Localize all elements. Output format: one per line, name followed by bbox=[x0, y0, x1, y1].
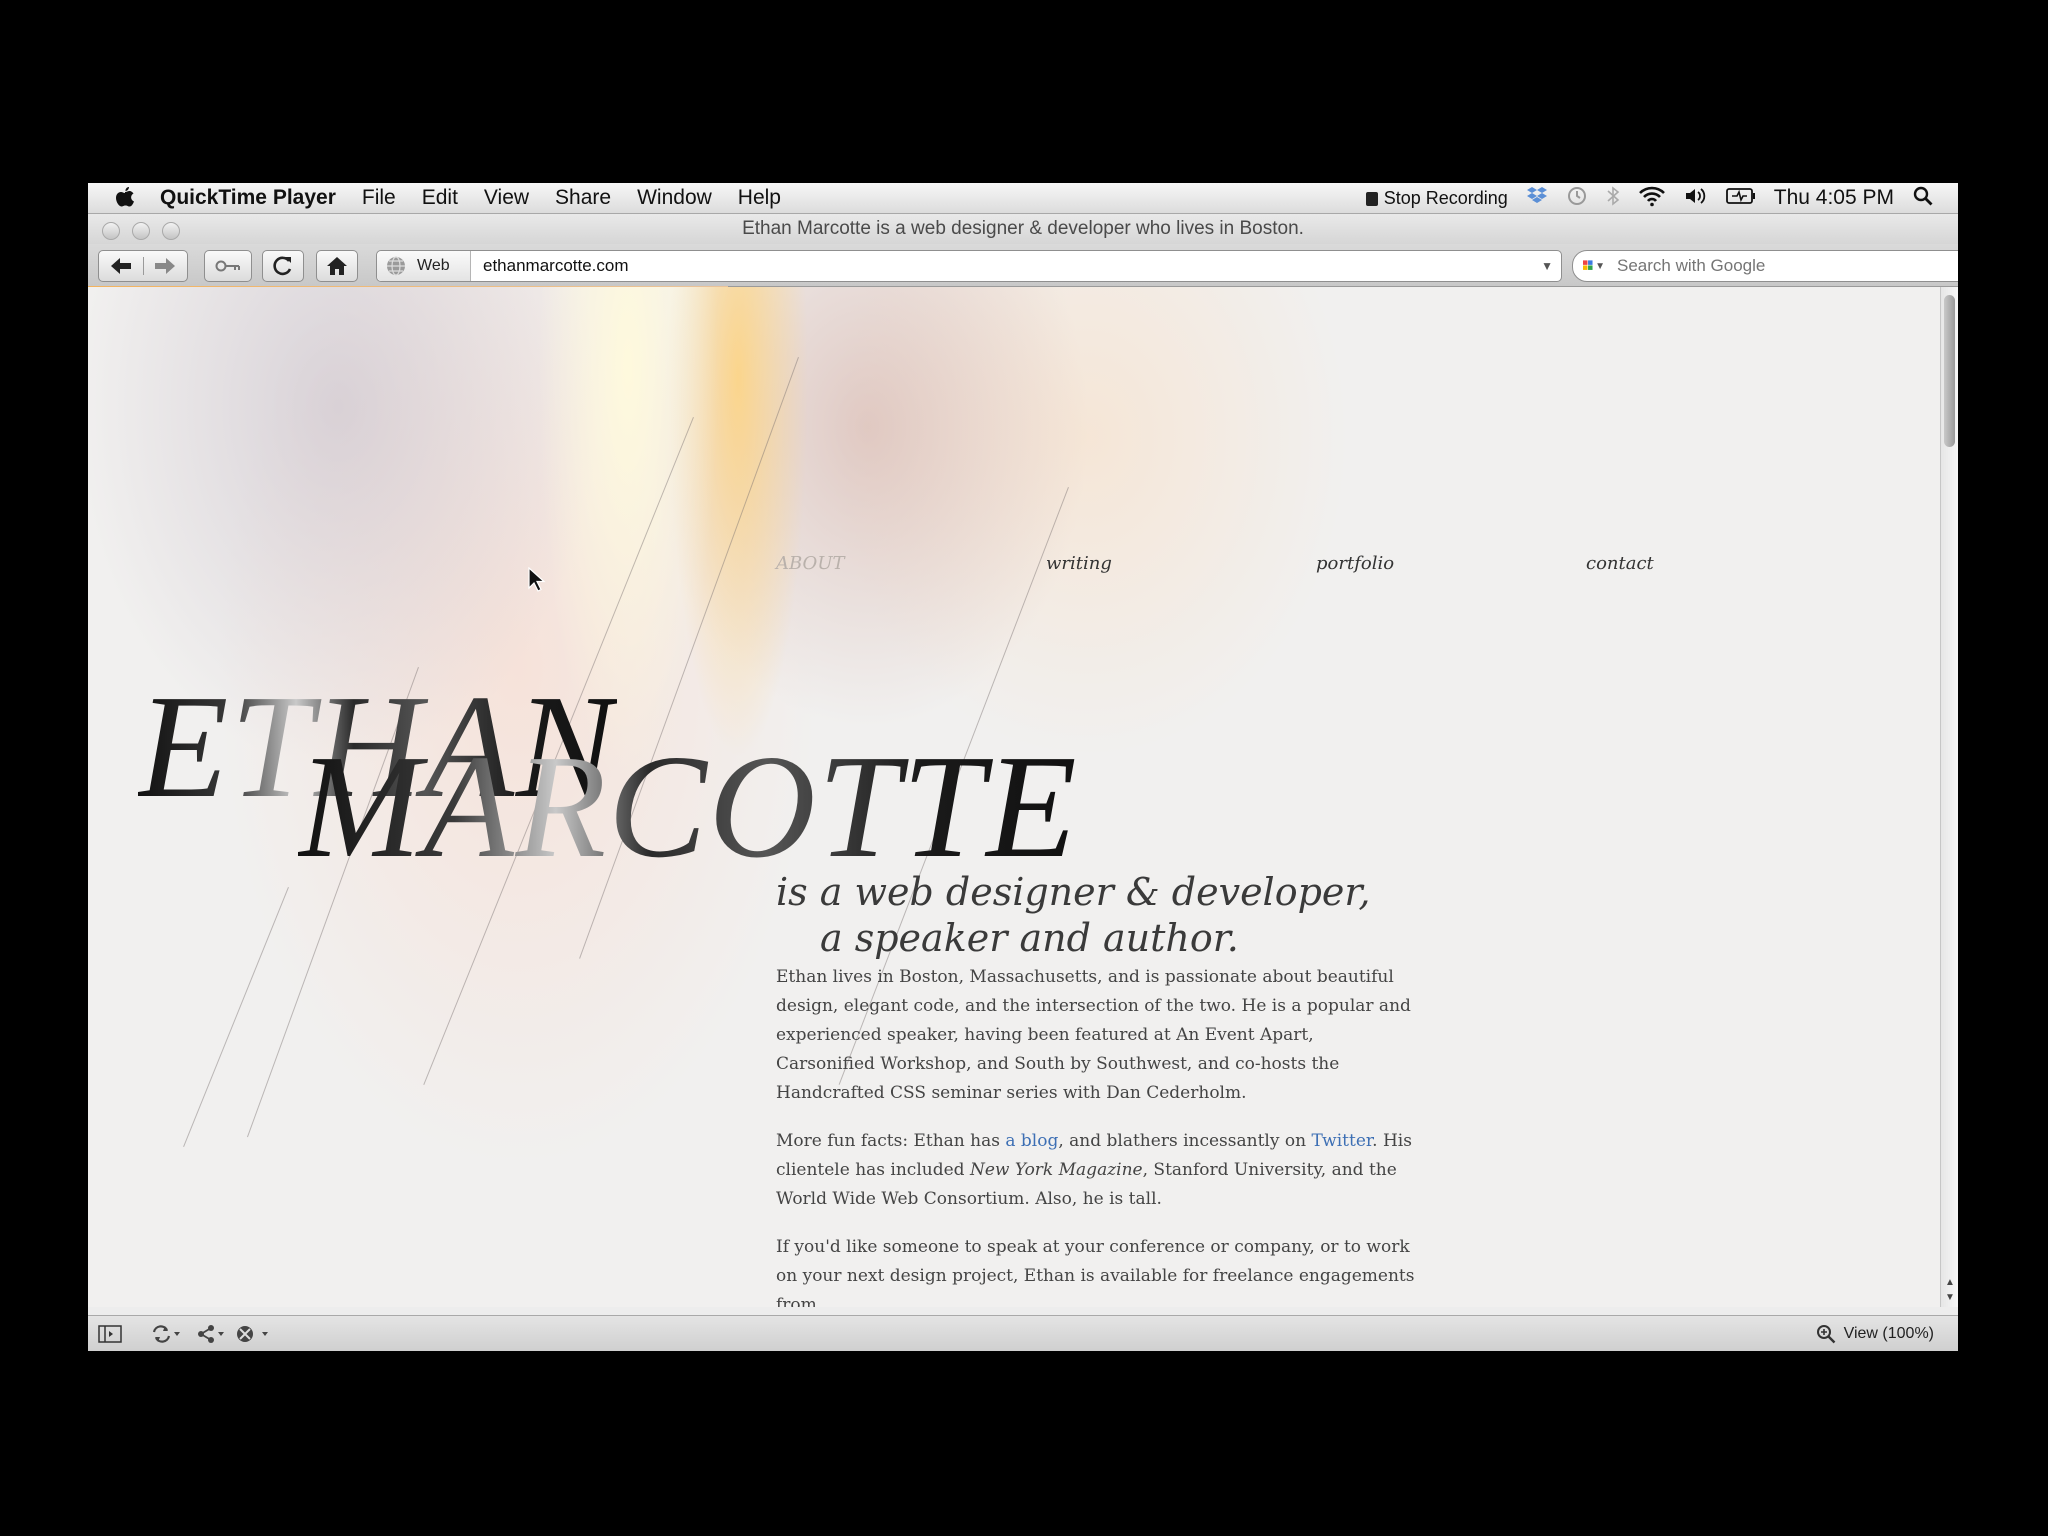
address-bar[interactable]: Web ▼ bbox=[376, 250, 1562, 282]
mouse-cursor-icon bbox=[528, 567, 546, 592]
menu-app-name[interactable]: QuickTime Player bbox=[160, 186, 336, 210]
forward-button[interactable] bbox=[144, 257, 188, 275]
vertical-scrollbar[interactable]: ▲ ▼ bbox=[1940, 287, 1958, 1307]
bio-emphasis: New York Magazine bbox=[969, 1160, 1143, 1180]
web-mode-selector[interactable]: Web bbox=[377, 251, 471, 281]
key-icon bbox=[215, 260, 240, 272]
screen: QuickTime Player File Edit View Share Wi… bbox=[88, 183, 1958, 1351]
tagline-line-2: a speaker and author. bbox=[820, 916, 1239, 960]
nav-portfolio[interactable]: portfolio bbox=[1316, 553, 1394, 574]
url-input[interactable] bbox=[481, 255, 1542, 277]
nav-about[interactable]: ABOUT bbox=[776, 553, 845, 574]
time-machine-icon[interactable] bbox=[1566, 185, 1588, 212]
reload-button[interactable] bbox=[262, 250, 304, 282]
apple-icon[interactable] bbox=[114, 185, 140, 211]
close-window-button[interactable] bbox=[102, 222, 120, 240]
back-forward-group bbox=[98, 250, 188, 282]
home-button[interactable] bbox=[316, 250, 358, 282]
bio-paragraph-2: More fun facts: Ethan has a blog, and bl… bbox=[776, 1127, 1416, 1214]
stop-icon bbox=[1365, 191, 1378, 206]
menu-share[interactable]: Share bbox=[555, 186, 611, 210]
block-icon[interactable] bbox=[236, 1324, 276, 1344]
search-box[interactable]: ▼ bbox=[1572, 250, 1958, 282]
webpage-content: ABOUT writing portfolio contact ETHAN MA… bbox=[88, 287, 1940, 1307]
bluetooth-icon[interactable] bbox=[1606, 185, 1620, 212]
bio-text: More fun facts: Ethan has bbox=[776, 1131, 1006, 1151]
minimize-window-button[interactable] bbox=[132, 222, 150, 240]
bio-paragraph-3: If you'd like someone to speak at your c… bbox=[776, 1237, 1415, 1307]
battery-icon[interactable] bbox=[1725, 187, 1756, 210]
share-icon[interactable] bbox=[196, 1324, 228, 1344]
menu-file[interactable]: File bbox=[362, 186, 396, 210]
bio-text: , and blathers incessantly on bbox=[1058, 1131, 1312, 1151]
window-titlebar: Ethan Marcotte is a web designer & devel… bbox=[88, 214, 1958, 244]
menu-window[interactable]: Window bbox=[637, 186, 712, 210]
zoom-control[interactable]: View (100%) bbox=[1816, 1324, 1934, 1344]
zoom-icon bbox=[1816, 1325, 1835, 1344]
volume-icon[interactable] bbox=[1684, 186, 1708, 211]
home-icon bbox=[327, 257, 347, 275]
menu-clock[interactable]: Thu 4:05 PM bbox=[1774, 186, 1894, 210]
back-arrow-icon bbox=[110, 258, 131, 274]
bio-paragraph-1: Ethan lives in Boston, Massachusetts, an… bbox=[776, 967, 1411, 1103]
google-search-icon[interactable]: ▼ bbox=[1583, 255, 1605, 277]
window-controls bbox=[102, 222, 180, 240]
stop-recording-label: Stop Recording bbox=[1383, 187, 1508, 208]
scroll-up-icon[interactable]: ▲ bbox=[1945, 1277, 1955, 1288]
twitter-link[interactable]: Twitter bbox=[1311, 1131, 1372, 1151]
spotlight-icon[interactable] bbox=[1912, 185, 1934, 212]
url-dropdown-icon[interactable]: ▼ bbox=[1541, 259, 1553, 273]
search-input[interactable] bbox=[1615, 255, 1958, 277]
sidebar-toggle-icon[interactable] bbox=[98, 1324, 122, 1344]
sync-icon[interactable] bbox=[150, 1324, 182, 1344]
blog-link[interactable]: a blog bbox=[1005, 1131, 1058, 1151]
web-label: Web bbox=[417, 257, 450, 274]
dropbox-icon[interactable] bbox=[1526, 186, 1548, 211]
status-bar: View (100%) bbox=[88, 1315, 1958, 1351]
reload-icon bbox=[273, 256, 292, 276]
menu-help[interactable]: Help bbox=[738, 186, 781, 210]
key-button[interactable] bbox=[204, 250, 252, 282]
bio: Ethan lives in Boston, Massachusetts, an… bbox=[776, 963, 1416, 1307]
browser-toolbar: Web ▼ ▼ bbox=[88, 244, 1958, 287]
nav-contact[interactable]: contact bbox=[1586, 553, 1654, 574]
menu-extras: Stop Recording Thu 4:05 PM bbox=[1365, 185, 1934, 212]
globe-icon bbox=[387, 256, 405, 276]
decorative-streak bbox=[183, 887, 289, 1147]
tagline-line-1: is a web designer & developer, bbox=[776, 870, 1371, 914]
window-title: Ethan Marcotte is a web designer & devel… bbox=[742, 218, 1304, 239]
tagline: is a web designer & developer, a speaker… bbox=[776, 869, 1370, 961]
back-button[interactable] bbox=[99, 257, 144, 275]
stop-recording-button[interactable]: Stop Recording bbox=[1365, 187, 1508, 209]
menu-view[interactable]: View bbox=[484, 186, 529, 210]
zoom-label: View (100%) bbox=[1843, 1325, 1934, 1342]
wifi-icon[interactable] bbox=[1638, 185, 1666, 212]
scrollbar-thumb[interactable] bbox=[1944, 295, 1955, 447]
nav-writing[interactable]: writing bbox=[1046, 553, 1112, 574]
zoom-window-button[interactable] bbox=[162, 222, 180, 240]
scroll-down-icon[interactable]: ▼ bbox=[1945, 1292, 1955, 1303]
site-name-last: MARCOTTE bbox=[298, 725, 1079, 889]
menu-bar: QuickTime Player File Edit View Share Wi… bbox=[88, 183, 1958, 214]
menu-edit[interactable]: Edit bbox=[422, 186, 458, 210]
forward-arrow-icon bbox=[155, 258, 176, 274]
